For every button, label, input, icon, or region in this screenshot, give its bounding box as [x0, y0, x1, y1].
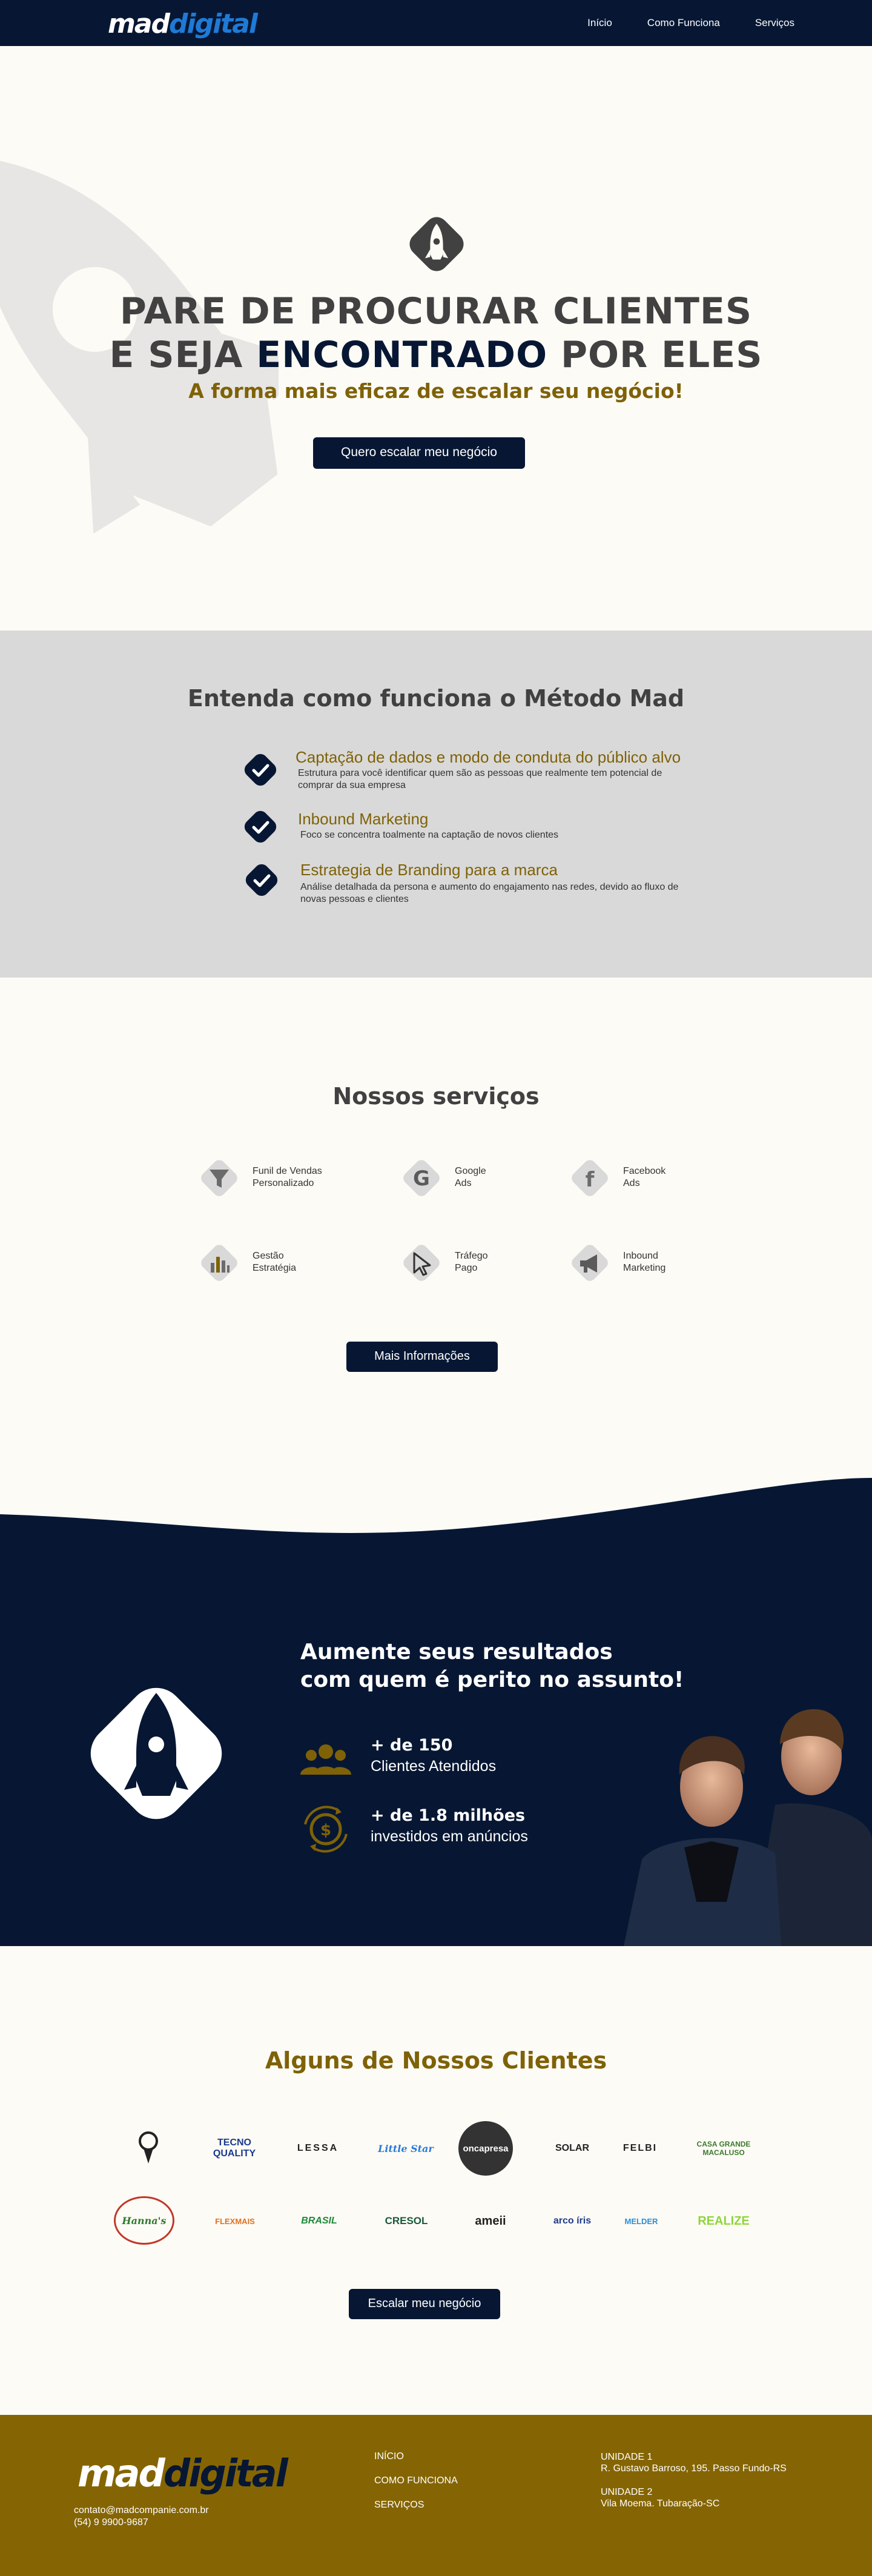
service-label: Funil de Vendas Personalizado [253, 1166, 322, 1188]
method-title: Entenda como funciona o Método Mad [187, 685, 685, 712]
hero-title-pre: E SEJA [109, 334, 257, 376]
footer-phone[interactable]: (54) 9 9900-9687 [74, 2517, 209, 2529]
nav-links: Início Como Funciona Serviços [587, 17, 794, 29]
hero-title-line1: PARE DE PROCURAR CLIENTES [119, 290, 753, 333]
check-icon [244, 753, 277, 786]
client-logo: FLEXMAIS [215, 2216, 255, 2226]
google-icon: G [403, 1160, 440, 1196]
funnel-icon [201, 1160, 237, 1196]
nav-link-servicos[interactable]: Serviços [755, 17, 794, 29]
service-label: Tráfego Pago [455, 1251, 488, 1273]
brand-logo[interactable]: mad digital [108, 8, 258, 39]
hero-title-line2: E SEJA ENCONTRADO POR ELES [0, 333, 872, 377]
footer-unit-1-title: UNIDADE 1 [601, 2452, 653, 2462]
hero-subtitle: A forma mais eficaz de escalar seu negóc… [188, 379, 684, 403]
hero-cta-button[interactable]: Quero escalar meu negócio [313, 437, 525, 469]
footer-unit-2: UNIDADE 2 Vila Moema. Tubaração-SC [601, 2486, 719, 2509]
client-logo: LESSA [297, 2143, 339, 2153]
service-trafego-pago[interactable]: Tráfego Pago [397, 1236, 555, 1290]
footer-link-servicos[interactable]: SERVIÇOS [374, 2500, 458, 2511]
hero-section: PARE DE PROCURAR CLIENTES E SEJA ENCONTR… [0, 46, 872, 631]
service-inbound-marketing[interactable]: Inbound Marketing [566, 1236, 723, 1290]
client-logo: oncapresa [458, 2121, 513, 2176]
service-label: Gestão Estratégia [253, 1251, 297, 1273]
footer: mad digital contato@madcompanie.com.br (5… [0, 2415, 872, 2576]
client-logo: FELBI [623, 2143, 658, 2153]
stat-clients-label: Clientes Atendidos [371, 1758, 497, 1775]
client-logo: Little Star [378, 2142, 434, 2154]
nav-link-inicio[interactable]: Início [587, 17, 612, 29]
footer-links: INÍCIO COMO FUNCIONA SERVIÇOS [374, 2451, 458, 2511]
footer-link-inicio[interactable]: INÍCIO [374, 2451, 458, 2462]
client-logo [115, 2127, 182, 2170]
service-funil-de-vendas[interactable]: Funil de Vendas Personalizado [195, 1151, 352, 1205]
top-navbar: mad digital Início Como Funciona Serviços [0, 0, 872, 46]
footer-unit-2-address: Vila Moema. Tubaração-SC [601, 2498, 720, 2509]
method-item-title: Captação de dados e modo de conduta do p… [296, 748, 681, 766]
client-logo: REALIZE [698, 2214, 750, 2228]
check-icon [245, 864, 278, 896]
nav-link-como-funciona[interactable]: Como Funciona [647, 17, 720, 29]
client-logo: BRASIL [301, 2216, 337, 2226]
service-facebook-ads[interactable]: f Facebook Ads [566, 1151, 723, 1205]
rocket-logo-icon [409, 217, 464, 271]
service-label: Google Ads [455, 1166, 486, 1188]
results-title-line1: Aumente seus resultados [300, 1640, 613, 1664]
client-logo: arco íris [553, 2216, 592, 2226]
method-item-desc: Análise detalhada da persona e aumento d… [300, 882, 679, 904]
logo-text-mad: mad [108, 8, 170, 39]
footer-logo[interactable]: mad digital [78, 2451, 288, 2495]
footer-unit-1: UNIDADE 1 R. Gustavo Barroso, 195. Passo… [601, 2451, 787, 2474]
stat-clients-value: + de 150 [371, 1736, 453, 1755]
stat-investment-value: + de 1.8 milhões [371, 1806, 526, 1825]
svg-text:G: G [413, 1167, 430, 1191]
method-item-title: Inbound Marketing [298, 810, 429, 828]
people-icon [300, 1744, 351, 1775]
check-icon [244, 810, 277, 843]
method-item-title: Estrategia de Branding para a marca [300, 861, 558, 879]
more-info-button[interactable]: Mais Informações [346, 1342, 498, 1372]
logo-text-digital: digital [169, 8, 258, 39]
service-google-ads[interactable]: G Google Ads [397, 1151, 555, 1205]
footer-unit-1-address: R. Gustavo Barroso, 195. Passo Fundo-RS [601, 2463, 787, 2474]
chart-icon [201, 1245, 237, 1281]
service-gestao-estrategia[interactable]: Gestão Estratégia [195, 1236, 352, 1290]
services-title: Nossos serviços [332, 1083, 540, 1110]
method-section: Entenda como funciona o Método Mad Capta… [0, 631, 872, 978]
client-logo: CASA GRANDE MACALUSO [696, 2140, 751, 2157]
client-logo: ameii [475, 2214, 506, 2228]
footer-unit-2-title: UNIDADE 2 [601, 2487, 653, 2497]
footer-logo-digital: digital [163, 2451, 288, 2495]
founders-photo [624, 1709, 872, 1946]
client-logo-icon [139, 2131, 158, 2164]
hero-title: PARE DE PROCURAR CLIENTES E SEJA ENCONTR… [0, 290, 872, 377]
footer-email[interactable]: contato@madcompanie.com.br [74, 2505, 209, 2517]
method-item-desc: Estrutura para você identificar quem são… [298, 768, 662, 790]
megaphone-icon [572, 1245, 608, 1281]
footer-contact: contato@madcompanie.com.br (54) 9 9900-9… [74, 2505, 209, 2529]
client-logo: SOLAR [555, 2143, 589, 2153]
stat-investment-label: investidos em anúncios [371, 1828, 528, 1845]
client-logo: CRESOL [385, 2215, 428, 2227]
method-item-desc: Foco se concentra toalmente na captação … [300, 830, 559, 840]
clients-title: Alguns de Nossos Clientes [265, 2047, 607, 2074]
money-icon: $ [304, 1806, 348, 1853]
client-logo: TECNO QUALITY [213, 2137, 256, 2159]
cursor-icon [403, 1245, 440, 1281]
svg-text:f: f [586, 1168, 595, 1192]
hero-title-highlight: ENCONTRADO [256, 334, 548, 376]
facebook-icon: f [572, 1160, 608, 1196]
rocket-logo-icon [90, 1687, 222, 1819]
svg-text:$: $ [320, 1821, 331, 1839]
footer-logo-mad: mad [78, 2451, 165, 2495]
footer-link-como-funciona[interactable]: COMO FUNCIONA [374, 2475, 458, 2486]
client-logo: Hanna's [114, 2196, 174, 2245]
client-logo: MELDER [624, 2216, 658, 2226]
hero-title-post: POR ELES [547, 334, 763, 376]
service-label: Facebook Ads [623, 1166, 666, 1188]
service-label: Inbound Marketing [623, 1251, 666, 1273]
scale-business-button[interactable]: Escalar meu negócio [349, 2289, 500, 2319]
